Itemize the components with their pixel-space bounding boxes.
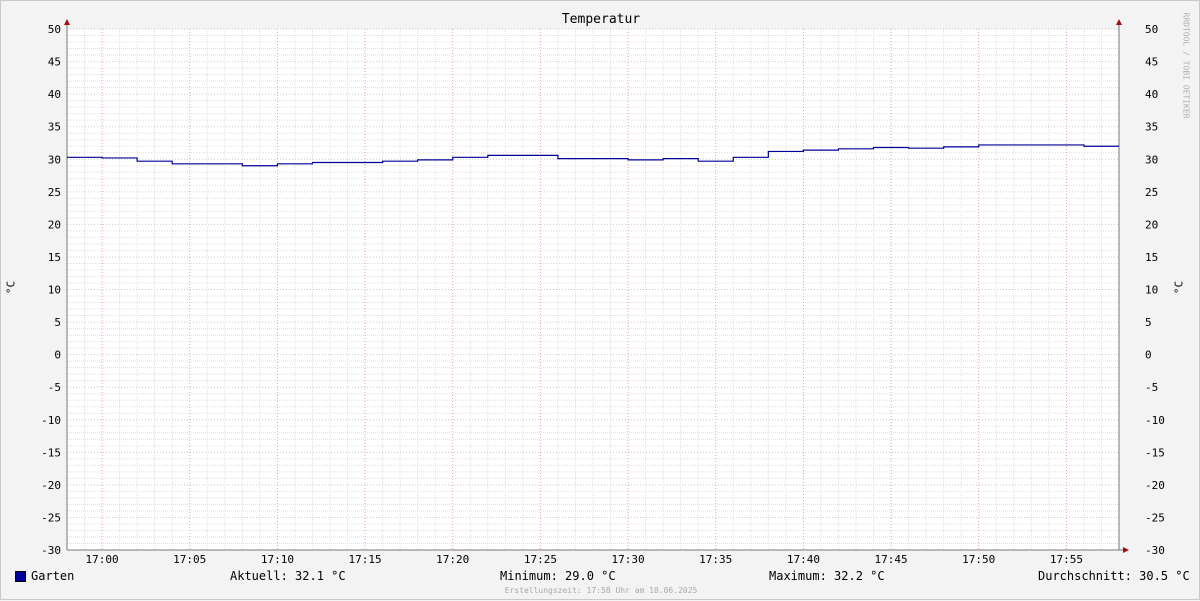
y-tick-label-right: 5 [1145,316,1152,329]
y-tick-label-right: -30 [1145,544,1165,557]
y-tick-label-left: 35 [48,121,61,134]
y-tick-label-left: 20 [48,218,61,231]
y-tick-label-left: 40 [48,88,61,101]
x-tick-label: 17:35 [699,553,732,566]
x-tick-label: 17:05 [173,553,206,566]
legend-series-name: Garten [31,569,75,583]
x-tick-label: 17:10 [261,553,294,566]
y-tick-label-right: -10 [1145,414,1165,427]
y-tick-label-left: 30 [48,153,61,166]
y-tick-label-right: 25 [1145,186,1158,199]
y-tick-label-right: 20 [1145,218,1158,231]
y-tick-label-right: -5 [1145,381,1158,394]
x-tick-label: 17:00 [86,553,119,566]
y-tick-label-left: 25 [48,186,61,199]
y-tick-label-left: 5 [54,316,61,329]
x-tick-label: 17:55 [1050,553,1083,566]
legend-swatch-garten [15,571,26,582]
chart-title: Temperatur [561,12,641,27]
y-tick-label-left: 0 [54,349,61,362]
y-tick-label-right: 0 [1145,349,1152,362]
legend-average: Durchschnitt: 30.5 °C [1038,569,1190,583]
y-tick-label-right: -15 [1145,446,1165,459]
x-tick-label: 17:15 [349,553,382,566]
y-axis-label-left: °C [4,280,18,295]
y-tick-label-right: -25 [1145,511,1165,524]
x-tick-label: 17:50 [962,553,995,566]
x-tick-label: 17:20 [436,553,469,566]
y-tick-label-left: -15 [41,446,61,459]
y-tick-label-left: -30 [41,544,61,557]
x-tick-label: 17:30 [612,553,645,566]
y-tick-label-right: 40 [1145,88,1158,101]
y-tick-label-left: -20 [41,479,61,492]
y-tick-label-left: 10 [48,284,61,297]
creation-time: Erstellungszeit: 17:58 Uhr am 18.06.2025 [504,586,698,595]
legend-maximum: Maximum: 32.2 °C [769,569,885,583]
y-tick-label-right: 45 [1145,56,1158,69]
x-tick-label: 17:25 [524,553,557,566]
y-axis-label-right: °C [1172,280,1186,295]
y-tick-label-left: -25 [41,511,61,524]
y-tick-label-right: 30 [1145,153,1158,166]
y-tick-label-left: 45 [48,56,61,69]
y-tick-label-left: -10 [41,414,61,427]
y-tick-label-right: 35 [1145,121,1158,134]
chart-frame: 50 45 40 35 30 25 20 15 10 5 0 -5 -10 -15 -20 -25 -30 50… [0,0,1200,600]
y-tick-label-right: -20 [1145,479,1165,492]
legend-current: Aktuell: 32.1 °C [230,569,346,583]
y-tick-label-left: -5 [48,381,61,394]
y-tick-label-left: 15 [48,251,61,264]
temperature-chart: 50454035302520151050-5-10-15-20-25-30 50… [41,19,1165,566]
y-tick-labels-right: 50454035302520151050-5-10-15-20-25-30 [1145,23,1165,557]
rrdtool-watermark: RRDTOOL / TOBI OETIKER [1181,12,1191,119]
legend-minimum: Minimum: 29.0 °C [500,569,616,583]
x-tick-label: 17:40 [787,553,820,566]
x-axis-arrow [1123,547,1129,553]
x-tick-label: 17:45 [875,553,908,566]
y-tick-label-right: 10 [1145,284,1158,297]
y-tick-labels-left: 50454035302520151050-5-10-15-20-25-30 [41,23,61,557]
x-tick-labels: 17:00 17:05 17:10 17:15 17:20 17:25 17:30 17:35… [86,553,1083,566]
y-tick-label-right: 15 [1145,251,1158,264]
